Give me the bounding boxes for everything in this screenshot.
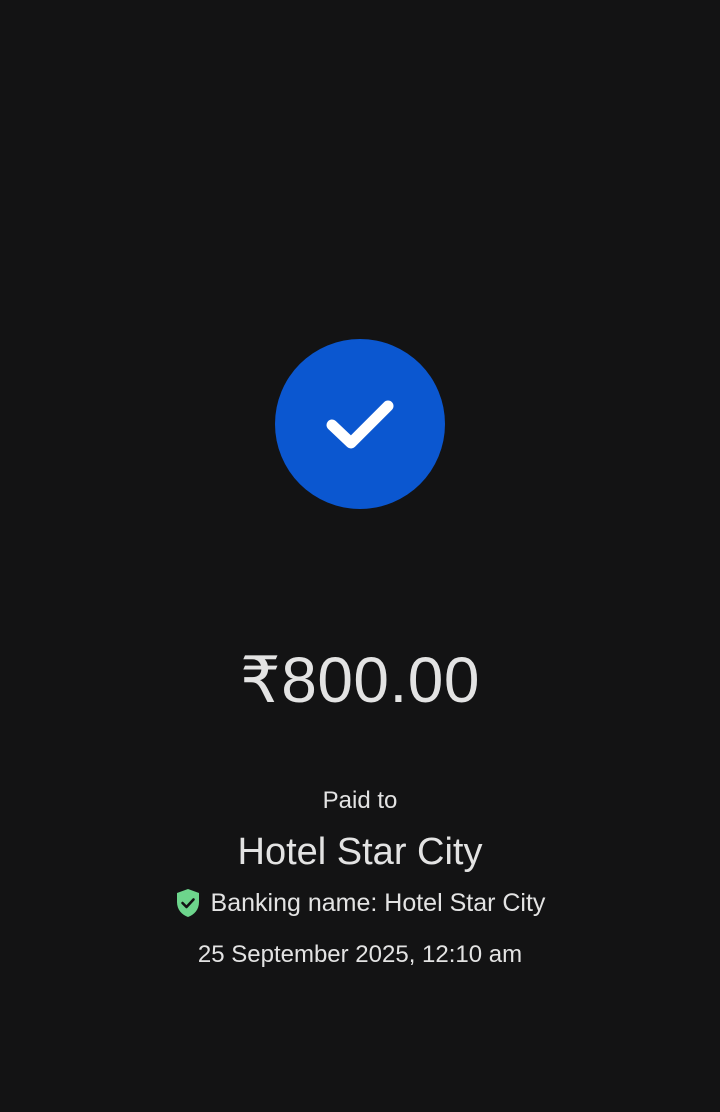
payee-name: Hotel Star City	[237, 831, 483, 873]
success-badge	[275, 339, 445, 509]
check-icon	[326, 400, 394, 449]
verified-shield-icon	[176, 889, 199, 917]
banking-name: Banking name: Hotel Star City	[210, 889, 546, 917]
payment-timestamp: 25 September 2025, 12:10 am	[197, 941, 523, 968]
banking-name-row: Banking name: Hotel Star City	[0, 887, 720, 919]
paid-to-label: Paid to	[322, 787, 398, 814]
payment-amount: ₹800.00	[240, 644, 480, 716]
payment-success-screen: ₹800.00 Paid to Hotel Star City Banking …	[0, 0, 720, 1112]
